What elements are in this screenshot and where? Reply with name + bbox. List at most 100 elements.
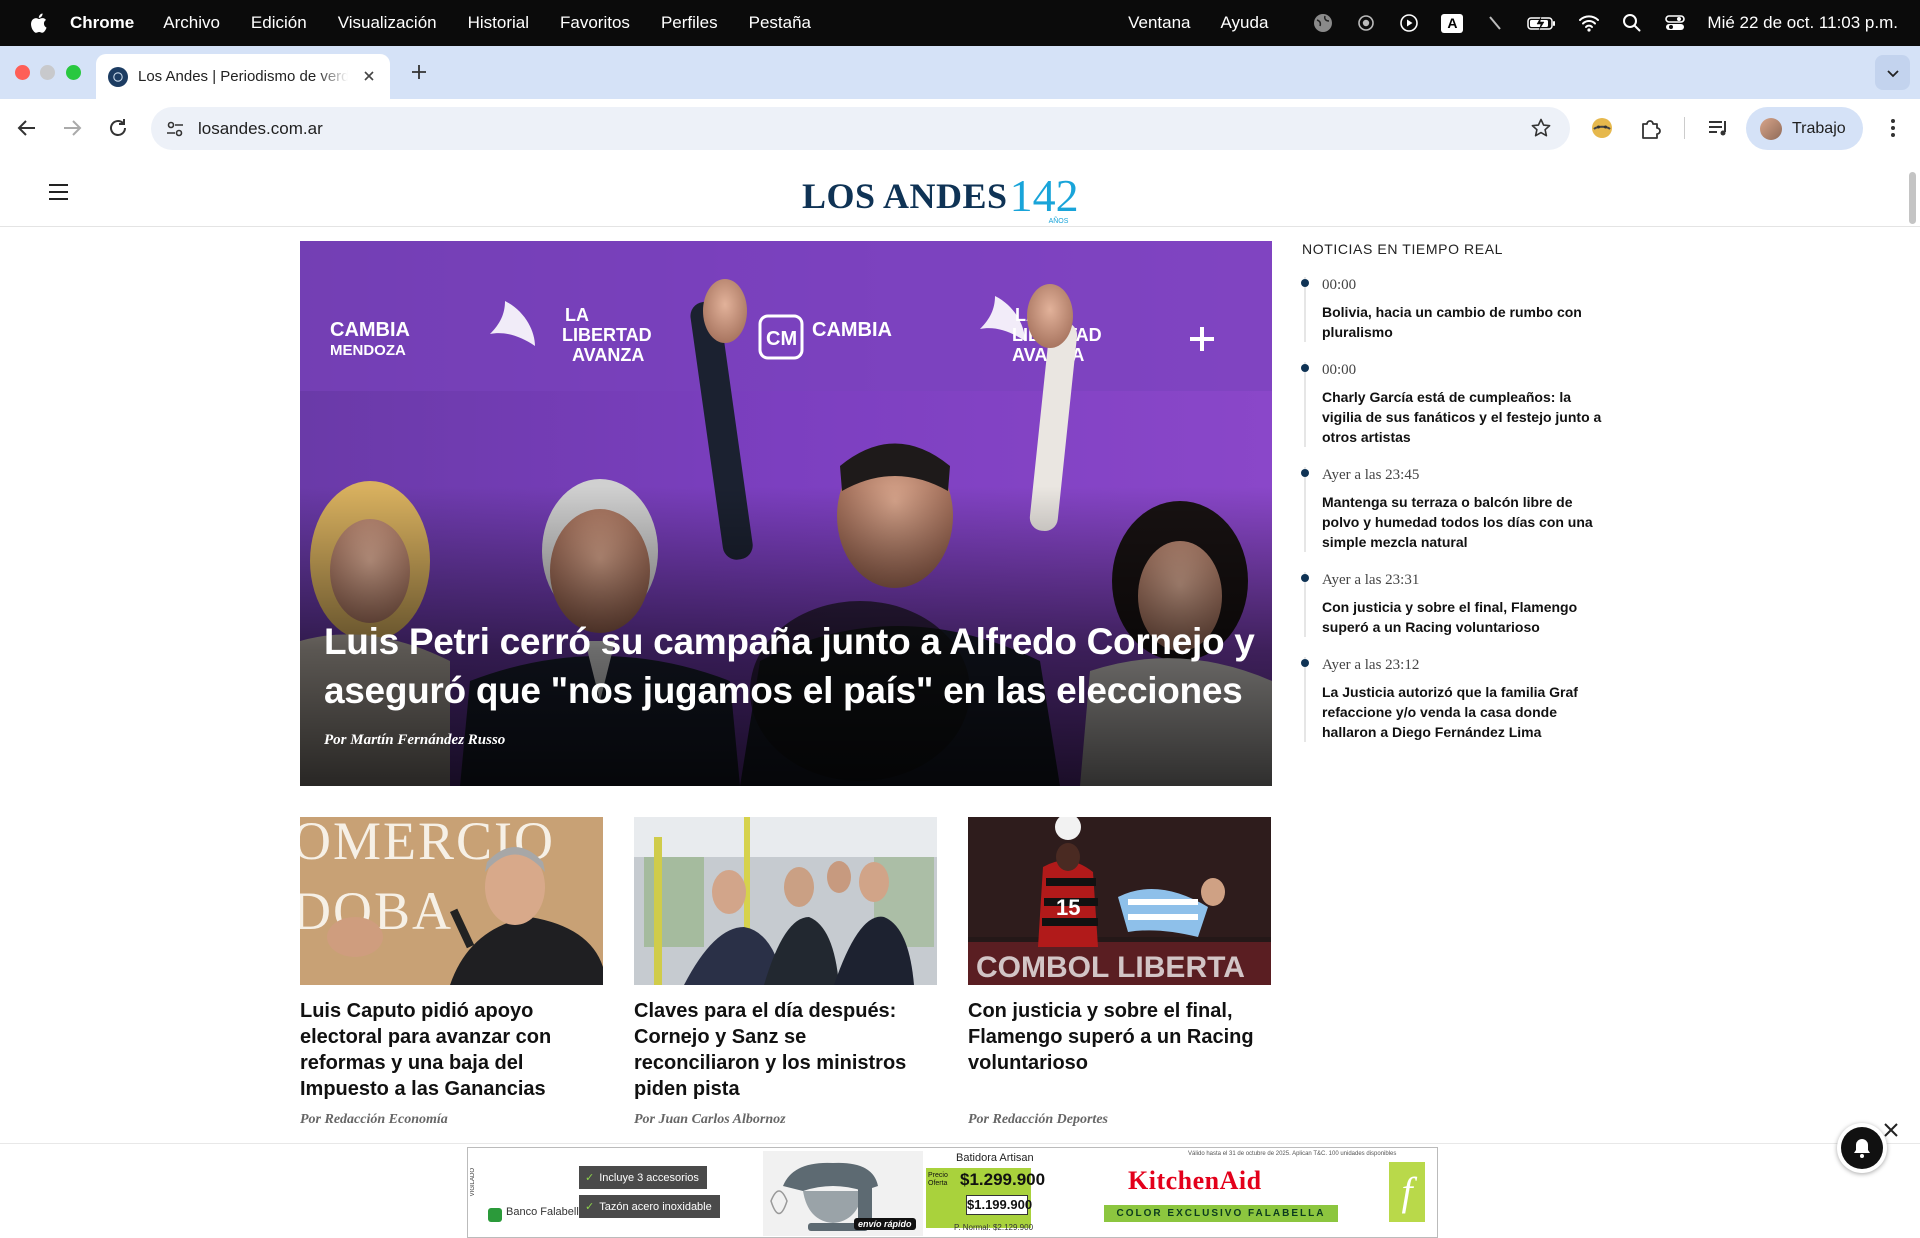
live-news-headline[interactable]: La Justicia autorizó que la familia Graf… (1322, 682, 1612, 742)
slash-icon[interactable] (1484, 12, 1506, 34)
play-icon[interactable] (1398, 12, 1420, 34)
profile-button[interactable]: Trabajo (1746, 107, 1863, 150)
window-close-button[interactable] (15, 65, 30, 80)
toolbar-divider (1684, 117, 1685, 139)
window-minimize-button[interactable] (40, 65, 55, 80)
menu-ayuda[interactable]: Ayuda (1221, 13, 1269, 33)
forward-arrow-icon[interactable] (60, 116, 84, 140)
menubar-clock[interactable]: Mié 22 de oct. 11:03 p.m. (1707, 13, 1898, 33)
menu-historial[interactable]: Historial (468, 13, 529, 33)
menu-visualizacion[interactable]: Visualización (338, 13, 437, 33)
live-news-item[interactable]: 00:00 Charly García está de cumpleaños: … (1301, 362, 1612, 447)
article-photo-football: COMBOL LIBERTA 15 (968, 817, 1271, 985)
article-card[interactable]: COMBOL LIBERTA 15 Con justicia y sobre e… (968, 817, 1271, 1127)
control-center-icon[interactable] (1664, 12, 1686, 34)
live-news-time: Ayer a las 23:12 (1322, 657, 1420, 673)
profile-label: Trabajo (1792, 119, 1846, 137)
live-news-headline[interactable]: Charly García está de cumpleaños: la vig… (1322, 387, 1612, 447)
sidebar-title: NOTICIAS EN TIEMPO REAL (1302, 241, 1504, 257)
live-news-item[interactable]: Ayer a las 23:45 Mantenga su terraza o b… (1301, 467, 1612, 552)
menu-ventana[interactable]: Ventana (1128, 13, 1190, 33)
article-card[interactable]: OMERCIO DOBA Luis Caputo pidió apoyo ele… (300, 817, 603, 1127)
live-news-headline[interactable]: Bolivia, hacia un cambio de rumbo con pl… (1322, 302, 1612, 342)
ad-brand: KitchenAid (1128, 1166, 1262, 1195)
falabella-ad-banner[interactable]: VIGILADO Banco Falabella ✓ Incluye 3 acce… (467, 1147, 1438, 1238)
wifi-icon[interactable] (1578, 12, 1600, 34)
globe-icon[interactable] (1312, 12, 1334, 34)
battery-charging-icon[interactable] (1527, 12, 1557, 34)
more-vertical-icon[interactable] (1880, 115, 1906, 141)
eye-icon[interactable] (1355, 12, 1377, 34)
ad-bank-price: $1.199.900 (966, 1195, 1032, 1215)
tab-close-icon[interactable] (360, 67, 378, 85)
extension-avatar-icon[interactable] (1589, 115, 1615, 141)
timeline-dot (1301, 469, 1309, 477)
menu-favoritos[interactable]: Favoritos (560, 13, 630, 33)
hero-article[interactable]: CAMBIA MENDOZA LA LIBERTAD AVANZA LA LIB… (300, 241, 1272, 786)
logo-text: LOS ANDES (802, 176, 1008, 216)
timeline-dot (1301, 364, 1309, 372)
ad-offer-price: $1.299.900 (960, 1170, 1046, 1189)
tab-search-button[interactable] (1875, 55, 1910, 90)
ad-feature: ✓ Incluye 3 accesorios (579, 1166, 707, 1189)
article-title[interactable]: Claves para el día después: Cornejo y Sa… (634, 998, 937, 1102)
article-thumbnail[interactable] (634, 817, 937, 985)
article-thumbnail[interactable]: OMERCIO DOBA (300, 817, 603, 985)
extensions-puzzle-icon[interactable] (1638, 115, 1664, 141)
live-news-sidebar: NOTICIAS EN TIEMPO REAL 00:00 Bolivia, h… (1301, 241, 1612, 742)
live-news-headline[interactable]: Con justicia y sobre el final, Flamengo … (1322, 597, 1612, 637)
window-zoom-button[interactable] (66, 65, 81, 80)
keyboard-input-icon[interactable]: A (1441, 12, 1464, 34)
url-text[interactable]: losandes.com.ar (198, 119, 323, 139)
live-news-item[interactable]: Ayer a las 23:12 La Justicia autorizó qu… (1301, 657, 1612, 742)
media-playlist-icon[interactable] (1705, 115, 1731, 141)
reload-icon[interactable] (106, 116, 130, 140)
article-title[interactable]: Luis Caputo pidió apoyo electoral para a… (300, 998, 603, 1102)
article-author[interactable]: Por Redacción Economía (300, 1112, 448, 1128)
app-name[interactable]: Chrome (70, 13, 134, 33)
article-photo-bus (634, 817, 937, 985)
back-arrow-icon[interactable] (15, 116, 39, 140)
input-source-label: A (1441, 13, 1464, 33)
search-icon[interactable] (1621, 12, 1643, 34)
hamburger-menu-icon[interactable] (49, 184, 68, 200)
timeline-dot (1301, 659, 1309, 667)
hero-author[interactable]: Por Martín Fernández Russo (324, 732, 505, 749)
logo-anos: AÑOS (1048, 218, 1069, 225)
article-author[interactable]: Por Redacción Deportes (968, 1112, 1108, 1128)
article-card[interactable]: Claves para el día después: Cornejo y Sa… (634, 817, 937, 1127)
browser-tab-active[interactable]: Los Andes | Periodismo de verdad (96, 54, 390, 99)
site-settings-icon[interactable] (164, 118, 186, 140)
avatar (1760, 117, 1782, 140)
menu-perfiles[interactable]: Perfiles (661, 13, 718, 33)
site-favicon-icon (108, 66, 128, 87)
article-thumbnail[interactable]: COMBOL LIBERTA 15 (968, 817, 1271, 985)
hero-headline[interactable]: Luis Petri cerró su campaña junto a Alfr… (324, 617, 1264, 715)
apple-logo-icon[interactable] (28, 12, 48, 34)
article-author[interactable]: Por Juan Carlos Albornoz (634, 1112, 786, 1128)
falabella-logo: f (1389, 1162, 1425, 1222)
menu-archivo[interactable]: Archivo (163, 13, 220, 33)
photo-backdrop-text: COMBOL LIBERTA (976, 951, 1245, 984)
menu-pestana[interactable]: Pestaña (749, 13, 811, 33)
site-logo[interactable]: LOS ANDES 142 AÑOS (802, 168, 1079, 226)
live-news-item[interactable]: 00:00 Bolivia, hacia un cambio de rumbo … (1301, 277, 1612, 342)
address-bar[interactable]: losandes.com.ar (151, 107, 1570, 150)
live-news-headline[interactable]: Mantenga su terraza o balcón libre de po… (1322, 492, 1612, 552)
bookmark-star-icon[interactable] (1530, 117, 1552, 139)
site-header: LOS ANDES 142 AÑOS (0, 158, 1920, 227)
menu-edicion[interactable]: Edición (251, 13, 307, 33)
ad-offer-label: Precio Oferta (928, 1172, 948, 1187)
ad-side-text: VIGILADO (470, 1168, 476, 1197)
logo-number: 142 AÑOS (1010, 173, 1079, 226)
article-title[interactable]: Con justicia y sobre el final, Flamengo … (968, 998, 1271, 1076)
notification-bell-button[interactable] (1837, 1123, 1887, 1173)
new-tab-icon[interactable] (408, 61, 430, 83)
ad-feature-label: Tazón acero inoxidable (599, 1200, 712, 1213)
live-news-time: Ayer a las 23:45 (1322, 467, 1420, 483)
live-news-item[interactable]: Ayer a las 23:31 Con justicia y sobre el… (1301, 572, 1612, 637)
timeline-dot (1301, 279, 1309, 287)
ad-legal-text: Válido hasta el 31 de octubre de 2025. A… (1188, 1151, 1397, 1157)
page-scrollbar[interactable] (1909, 172, 1916, 224)
check-icon: ✓ (585, 1201, 595, 1213)
